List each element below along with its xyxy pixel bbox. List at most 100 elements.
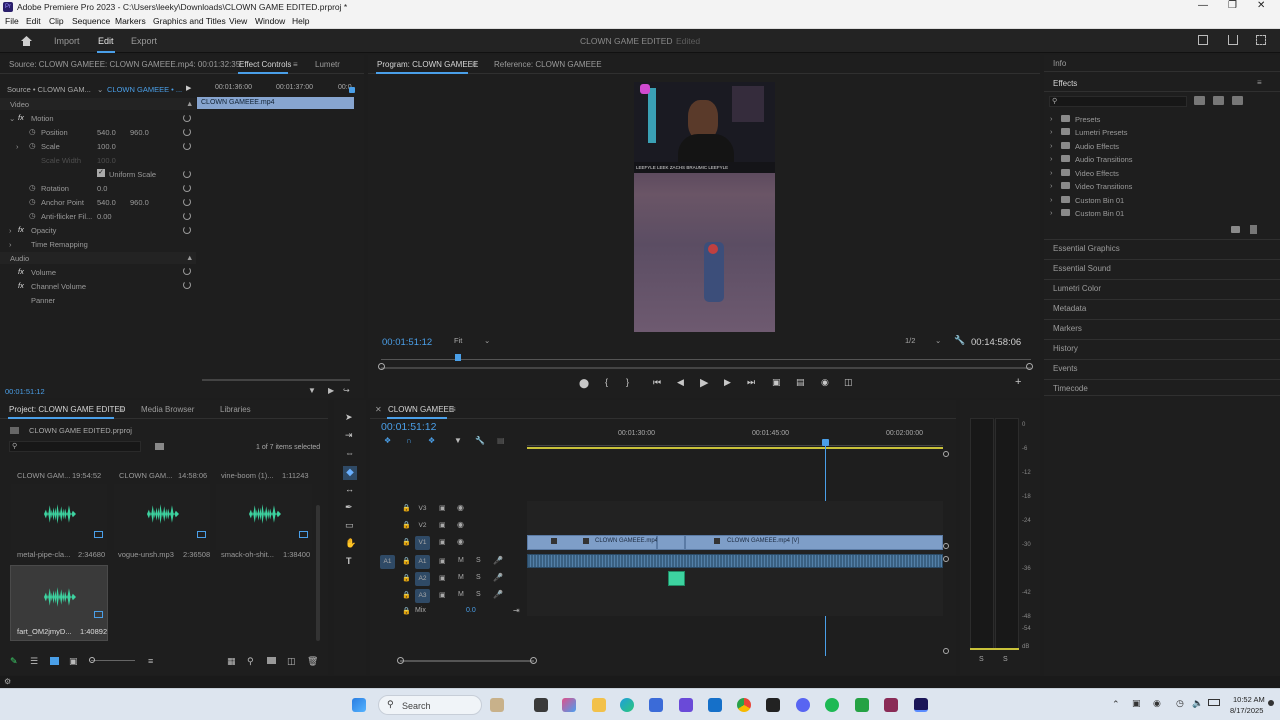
sort-icon[interactable]: ≡ xyxy=(148,656,153,666)
trash-icon[interactable]: 🗑 xyxy=(307,656,318,667)
video-clip-2[interactable] xyxy=(657,535,685,550)
linked-selection-icon[interactable]: ❖ xyxy=(428,436,435,445)
effects-item-video-transitions[interactable]: Video Transitions xyxy=(1075,182,1132,191)
scroll-handle-left[interactable] xyxy=(397,657,404,664)
fx-badge-icon[interactable]: fx xyxy=(18,225,24,234)
list-view-icon[interactable]: ☰ xyxy=(30,656,38,667)
filter-icon[interactable]: ▼ xyxy=(308,386,316,395)
tab-media-browser[interactable]: Media Browser xyxy=(141,405,194,414)
scale-value[interactable]: 100.0 xyxy=(97,142,116,151)
program-playhead[interactable] xyxy=(455,354,461,361)
wrench-icon[interactable]: 🔧 xyxy=(954,335,965,346)
mute-button[interactable]: M xyxy=(458,557,464,564)
tab-source[interactable]: Source: CLOWN GAMEEE: CLOWN GAMEEE.mp4: … xyxy=(9,60,240,69)
step-forward-icon[interactable]: ▶ xyxy=(724,377,731,388)
task-view-icon[interactable] xyxy=(534,698,548,712)
opacity-expander-icon[interactable]: › xyxy=(9,226,12,235)
maximize-button[interactable]: ❐ xyxy=(1228,0,1237,11)
selection-tool-icon[interactable]: ➤ xyxy=(345,412,353,423)
tab-effect-controls[interactable]: Effect Controls xyxy=(239,60,291,69)
panel-menu-icon[interactable]: ≡ xyxy=(451,405,456,414)
panel-essential-graphics[interactable]: Essential Graphics xyxy=(1044,239,1280,256)
timeline-settings-icon[interactable]: 🔧 xyxy=(475,436,485,445)
effects-item-lumetri-presets[interactable]: Lumetri Presets xyxy=(1075,128,1128,137)
timeline-timecode[interactable]: 00:01:51:12 xyxy=(381,421,436,433)
info-panel-header[interactable]: Info xyxy=(1044,55,1280,72)
stopwatch-icon[interactable]: ◷ xyxy=(29,183,36,192)
anti-flicker-value[interactable]: 0.00 xyxy=(97,212,112,221)
widgets-icon[interactable] xyxy=(562,698,576,712)
track-label-v3[interactable]: V3 xyxy=(415,502,430,516)
ec-timecode[interactable]: 00:01:51:12 xyxy=(5,387,45,396)
volume-icon[interactable]: 🔈 xyxy=(1192,698,1203,709)
premiere-taskbar-icon[interactable] xyxy=(914,698,928,712)
pencil-icon[interactable]: ✎ xyxy=(10,656,18,667)
track-label-a2[interactable]: A2 xyxy=(415,572,430,586)
uniform-scale-checkbox[interactable]: ✓ xyxy=(97,169,105,177)
captions-icon[interactable]: ▤ xyxy=(497,436,505,445)
zoom-scrollbar[interactable] xyxy=(381,367,1031,369)
track-resize-handle[interactable] xyxy=(943,451,949,457)
position-x[interactable]: 540.0 xyxy=(97,128,116,137)
menu-view[interactable]: View xyxy=(229,16,247,26)
scroll-handle-right[interactable] xyxy=(530,657,537,664)
mic-icon[interactable]: 🎤 xyxy=(493,573,503,582)
reset-icon[interactable] xyxy=(183,114,191,122)
mix-jump-icon[interactable]: ⇥ xyxy=(513,606,520,615)
effects-panel-header[interactable]: Effects ≡ xyxy=(1044,75,1280,92)
sync-lock-icon[interactable]: ▣ xyxy=(439,557,446,565)
tab-lumetri[interactable]: Lumetr xyxy=(315,60,340,69)
menu-window[interactable]: Window xyxy=(255,16,285,26)
scroll-handle-right[interactable] xyxy=(1026,363,1033,370)
sync-lock-icon[interactable]: ▣ xyxy=(439,504,446,512)
battery-icon[interactable] xyxy=(1208,699,1220,706)
file-explorer-icon[interactable] xyxy=(592,698,606,712)
lock-icon[interactable]: 🔒 xyxy=(402,591,411,599)
reset-icon[interactable] xyxy=(183,170,191,178)
effects-item-audio-effects[interactable]: Audio Effects xyxy=(1075,142,1119,151)
tree-expander-icon[interactable]: › xyxy=(1050,114,1053,123)
add-button-icon[interactable]: + xyxy=(1015,376,1021,388)
tab-project[interactable]: Project: CLOWN GAME EDITED xyxy=(9,405,125,414)
go-to-out-icon[interactable]: ⏭ xyxy=(747,377,755,388)
tab-program[interactable]: Program: CLOWN GAMEEE xyxy=(377,60,478,69)
program-video-frame[interactable]: LEEFYLE LEEK ZACHS BRAUMIC LEEFYLE xyxy=(634,82,775,332)
tray-app-icon[interactable]: ▣ xyxy=(1132,698,1141,709)
mic-icon[interactable]: 🎤 xyxy=(493,556,503,565)
track-select-tool-icon[interactable]: ⇥ xyxy=(345,430,353,441)
lock-icon[interactable]: 🔒 xyxy=(402,538,411,546)
reset-icon[interactable] xyxy=(183,212,191,220)
stopwatch-icon[interactable]: ◷ xyxy=(29,141,36,150)
find-icon[interactable]: ⚲ xyxy=(247,656,254,667)
panel-metadata[interactable]: Metadata xyxy=(1044,299,1280,316)
item-name-1[interactable]: metal-pipe-cla... xyxy=(17,550,70,559)
spotify-icon[interactable] xyxy=(825,698,839,712)
top-item-name-1[interactable]: CLOWN GAM... xyxy=(17,471,70,480)
capcut-icon[interactable] xyxy=(766,698,780,712)
tree-expander-icon[interactable]: › xyxy=(1050,181,1053,190)
camera-icon[interactable]: ◉ xyxy=(821,377,829,388)
program-scrub-ruler[interactable] xyxy=(381,352,1031,360)
delete-icon[interactable] xyxy=(1250,225,1257,234)
tree-expander-icon[interactable]: › xyxy=(1050,154,1053,163)
automate-icon[interactable]: ▦ xyxy=(227,656,236,667)
stopwatch-icon[interactable]: ◷ xyxy=(29,197,36,206)
ripple-edit-tool-icon[interactable]: ⇔ xyxy=(345,448,354,458)
proton-icon[interactable] xyxy=(679,698,693,712)
track-resize-handle[interactable] xyxy=(943,556,949,562)
project-search-input[interactable]: ⚲ xyxy=(9,441,141,452)
timeline-close-icon[interactable]: ✕ xyxy=(375,405,382,414)
source-select[interactable]: Source • CLOWN GAM... ⌄ xyxy=(7,85,103,94)
bin-icon[interactable] xyxy=(155,443,164,450)
effects-item-presets[interactable]: Presets xyxy=(1075,115,1100,124)
snap-icon[interactable]: ∩ xyxy=(406,436,412,445)
media-thumb-4-selected[interactable]: fart_OM2jmyD... 1:40892 xyxy=(10,565,108,641)
icon-view-icon[interactable] xyxy=(50,657,59,665)
edge-icon[interactable] xyxy=(620,698,634,712)
windows-start-icon[interactable] xyxy=(352,698,366,712)
extract-icon[interactable]: ▤ xyxy=(796,377,805,388)
effects-item-audio-transitions[interactable]: Audio Transitions xyxy=(1075,155,1133,164)
tab-reference[interactable]: Reference: CLOWN GAMEEE xyxy=(494,60,602,69)
add-marker-icon[interactable]: ▼ xyxy=(454,436,462,445)
new-bin-icon[interactable] xyxy=(1231,226,1240,233)
